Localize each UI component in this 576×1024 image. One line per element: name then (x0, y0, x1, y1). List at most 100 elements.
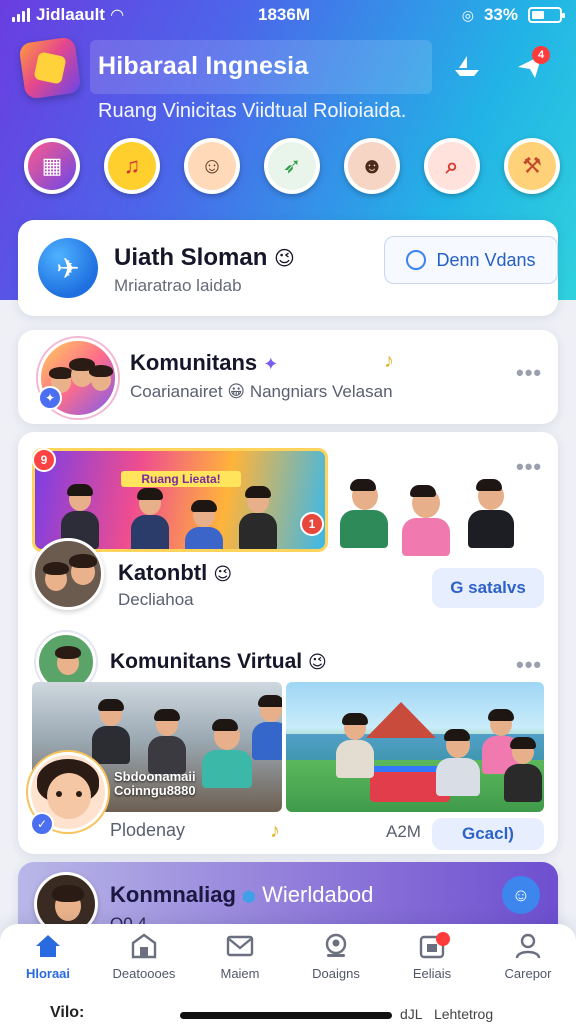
shop-icon (129, 932, 159, 960)
banner-person-2 (131, 488, 169, 549)
peek-right-prefix: dJL (400, 1006, 423, 1022)
post-two-title: Komunitans Virtual 😉 (110, 650, 327, 674)
post-two-time: A2M (386, 822, 421, 841)
banner-title: Ruang Lieata! (121, 471, 241, 487)
app-logo[interactable] (18, 36, 82, 100)
welcome-name: Uiath Sloman 😉 (114, 244, 295, 272)
story-music[interactable]: ♫ (104, 138, 160, 194)
banner-badge-right: 1 (300, 512, 324, 536)
wink-emoji-icon: 😉 (274, 248, 295, 270)
ring-icon (406, 250, 427, 270)
user-icon (513, 932, 543, 960)
verified-badge-icon: ✓ (30, 812, 54, 836)
join-button-label: Denn Vdans (436, 249, 536, 270)
music-note-icon: ♪ (270, 820, 280, 842)
carrier: Jidlaault ◠ (12, 5, 123, 25)
welcome-card: ✈ Uiath Sloman 😉 Mriaratrao laidab Denn … (18, 220, 558, 316)
peek-right-text: Lehtetrog (433, 1006, 494, 1022)
wink-emoji-icon: 😉 (213, 564, 233, 584)
wifi-icon: ◠ (110, 7, 124, 24)
nav-profile-search[interactable]: Doaigns (288, 932, 384, 996)
home-indicator[interactable] (180, 1012, 392, 1019)
mail-icon (225, 932, 255, 960)
nav-mail-label: Maiem (220, 966, 260, 981)
nav-home[interactable]: Hloraai (0, 932, 96, 996)
story-search[interactable]: ⌕ (424, 138, 480, 194)
post-one-avatar[interactable] (32, 538, 104, 610)
profile-search-icon (321, 932, 351, 960)
kid-avatar-3 (468, 479, 514, 548)
story-friend[interactable]: ☺ (184, 138, 240, 194)
chat-fab-icon[interactable]: ☺ (502, 876, 540, 914)
battery-icon (528, 7, 565, 23)
welcome-sub: Mriaratrao laidab (114, 276, 242, 295)
nav-home-label: Hloraai (25, 966, 71, 981)
post-one-sub: Decliahoa (118, 590, 194, 609)
photo-person-5 (336, 713, 374, 778)
banner-person-3 (185, 500, 223, 549)
battery-percent: 33% (483, 5, 518, 24)
post-one-button[interactable]: G satalvs (432, 568, 544, 608)
hex-badge-icon: ✦ (263, 354, 279, 374)
app-title: Hibaraal Ingnesia (98, 52, 309, 80)
promo-title-text: Konmnaliag (110, 882, 236, 907)
banner-person-4 (239, 486, 277, 549)
post-two-photo-outdoor[interactable] (286, 682, 544, 812)
notification-badge: 4 (532, 46, 550, 64)
promo-title-suffix: Wierldabod (262, 882, 374, 907)
story-row: ▦ ♫ ☺ ➶ ☻ ⌕ ⚒ (24, 138, 564, 198)
status-right: ◎ 33% (462, 5, 565, 25)
join-button[interactable]: Denn Vdans (384, 236, 558, 284)
photo-person-6 (436, 729, 480, 808)
post-one-more-icon[interactable]: ••• (516, 454, 542, 480)
story-people[interactable]: ☻ (344, 138, 400, 194)
notification-plane-icon[interactable]: 4 (512, 46, 550, 84)
nav-user-label: Carepor (504, 966, 552, 981)
feed-card: Ruang Lieata! 9 1 ••• Katonbtl 😉 Decliah… (18, 432, 558, 854)
community-badge-icon: ✦ (38, 386, 62, 410)
more-options-icon[interactable]: ••• (516, 360, 542, 386)
pavilion (366, 702, 436, 738)
calendar-badge (436, 932, 450, 946)
nav-profile-search-label: Doaigns (312, 966, 360, 981)
shield-icon: ⬢ (242, 889, 256, 906)
kid-avatar-1 (340, 479, 388, 548)
event-banner[interactable]: Ruang Lieata! (32, 448, 328, 552)
smile-emoji-icon: 😀 (227, 382, 246, 401)
post-one-name-text: Katonbtl (118, 560, 208, 585)
photo-person-4 (252, 695, 282, 760)
nav-user[interactable]: Carepor (480, 932, 576, 996)
nav-shop[interactable]: Deatoooes (96, 932, 192, 996)
peek-left-text: Vilo: (50, 1004, 85, 1021)
story-rocket[interactable]: ➶ (264, 138, 320, 194)
story-hammer[interactable]: ⚒ (504, 138, 560, 194)
nav-calendar[interactable]: Eeliais (384, 932, 480, 996)
post-two-button[interactable]: Gcacl) (432, 818, 544, 850)
post-two-footer: Plodenay (110, 820, 186, 840)
community-sub-suffix: Nangniars Velasan (249, 382, 393, 401)
home-icon (33, 932, 63, 960)
nav-calendar-label: Eeliais (412, 966, 452, 981)
post-two-more-icon[interactable]: ••• (516, 652, 542, 678)
boat-icon[interactable] (449, 48, 485, 84)
photo-person-1 (92, 699, 130, 764)
community-title: Komunitans ✦ (130, 350, 278, 376)
header-subtitle: Ruang Vinicitas Viidtual Rolioiaida. (98, 100, 407, 122)
community-card[interactable]: ✦ Komunitans ✦ ♪ Coarianairet 😀 Nangniar… (18, 330, 558, 424)
status-time: 1836M (258, 5, 310, 24)
music-note-icon: ♪ (384, 350, 394, 372)
signal-icon (12, 8, 30, 22)
story-games[interactable]: ▦ (24, 138, 80, 194)
community-title-text: Komunitans (130, 350, 258, 375)
post-two-title-text: Komunitans Virtual (110, 650, 303, 673)
bottom-nav: Hloraai Deatoooes Maiem Doaigns Eeliais … (0, 924, 576, 1024)
bottom-nav-items: Hloraai Deatoooes Maiem Doaigns Eeliais … (0, 932, 576, 996)
wink-emoji-icon: 😉 (307, 652, 327, 672)
kid-avatar-2 (402, 485, 450, 556)
post-one-name: Katonbtl 😉 (118, 560, 232, 586)
nav-mail[interactable]: Maiem (192, 932, 288, 996)
promo-title: Konmnaliag ⬢ Wierldabod (110, 882, 373, 908)
peek-right: dJL Lehtetrog (400, 1006, 493, 1022)
status-bar: Jidlaault ◠ 1836M ◎ 33% (0, 0, 576, 30)
photo-person-2 (148, 709, 186, 774)
